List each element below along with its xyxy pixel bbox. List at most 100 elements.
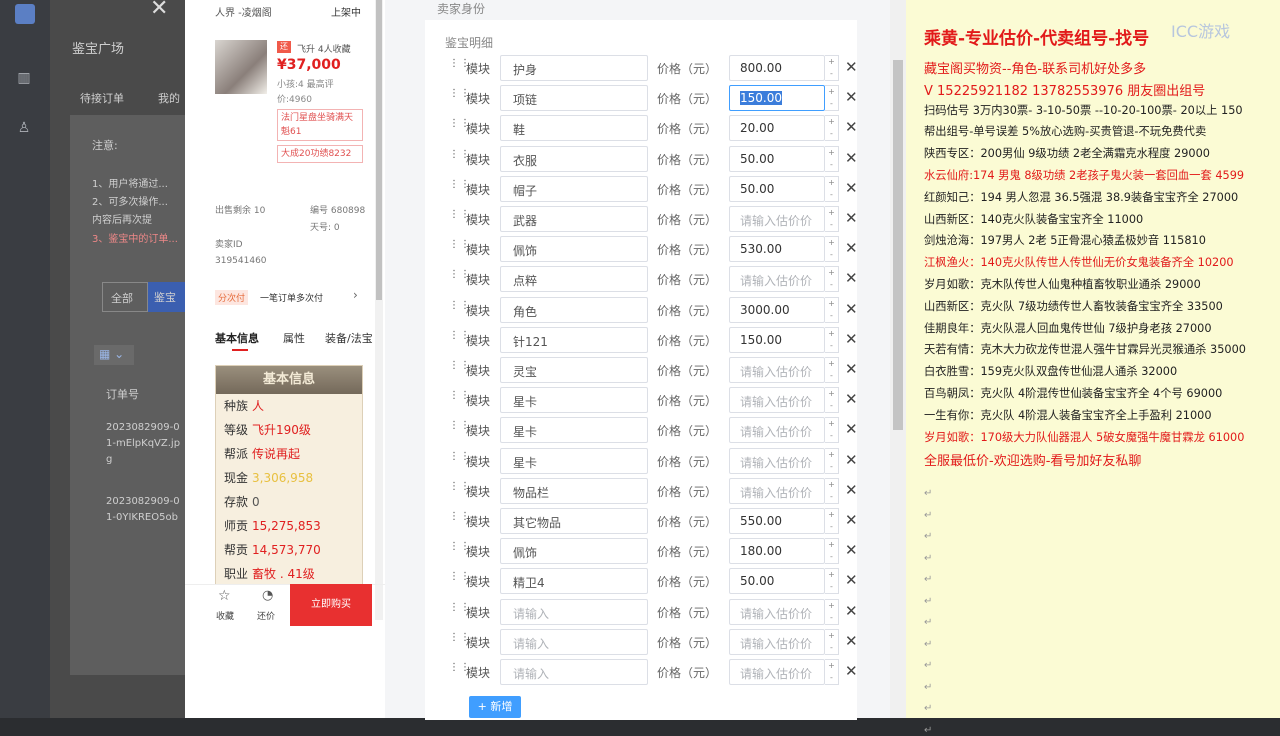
module-name-input[interactable]: 精卫4 <box>500 568 648 595</box>
drag-handle-icon[interactable]: ⋮⋮ <box>449 421 470 436</box>
price-stepper[interactable]: + - <box>825 387 839 414</box>
price-input[interactable]: 150.00 <box>729 326 825 353</box>
price-input[interactable]: 150.00 <box>729 85 825 112</box>
remove-row-icon[interactable]: ✕ <box>845 390 858 408</box>
remove-row-icon[interactable]: ✕ <box>845 58 858 76</box>
remove-row-icon[interactable]: ✕ <box>845 300 858 318</box>
module-name-input[interactable]: 点粹 <box>500 266 648 293</box>
price-input[interactable]: 3000.00 <box>729 296 825 323</box>
add-row-button[interactable]: + 新增 <box>469 696 521 718</box>
remove-row-icon[interactable]: ✕ <box>845 420 858 438</box>
module-name-input[interactable]: 物品栏 <box>500 477 648 504</box>
price-stepper[interactable]: + - <box>825 417 839 444</box>
drag-handle-icon[interactable]: ⋮⋮ <box>449 270 470 285</box>
remove-row-icon[interactable]: ✕ <box>845 662 858 680</box>
remove-row-icon[interactable]: ✕ <box>845 632 858 650</box>
price-stepper[interactable]: + - <box>825 236 839 263</box>
tab-equip[interactable]: 装备/法宝 <box>325 330 375 346</box>
price-input[interactable]: 请输入估价价 <box>729 659 825 685</box>
module-name-input[interactable]: 灵宝 <box>500 357 648 383</box>
module-name-input[interactable]: 佩饰 <box>500 236 648 263</box>
module-name-input[interactable]: 鞋 <box>500 115 648 142</box>
drag-handle-icon[interactable]: ⋮⋮ <box>449 179 470 195</box>
drag-handle-icon[interactable]: ⋮⋮ <box>449 149 470 165</box>
drag-handle-icon[interactable]: ⋮⋮ <box>449 89 470 104</box>
form-scroll-thumb[interactable] <box>893 60 903 430</box>
remove-row-icon[interactable]: ✕ <box>845 511 858 529</box>
price-stepper[interactable]: + - <box>825 659 839 685</box>
remove-row-icon[interactable]: ✕ <box>845 88 858 106</box>
remove-row-icon[interactable]: ✕ <box>845 179 858 197</box>
price-stepper[interactable]: + - <box>825 628 839 655</box>
module-name-input[interactable]: 角色 <box>500 296 648 323</box>
remove-row-icon[interactable]: ✕ <box>845 209 858 227</box>
user-icon[interactable]: ♙ <box>16 120 32 136</box>
drag-handle-icon[interactable]: ⋮⋮ <box>449 210 470 225</box>
star-icon[interactable]: ☆ <box>218 588 231 604</box>
price-input[interactable]: 请输入估价价 <box>729 628 825 655</box>
price-input[interactable]: 50.00 <box>729 568 825 595</box>
module-name-input[interactable]: 请输入 <box>500 598 648 625</box>
price-input[interactable]: 请输入估价价 <box>729 598 825 625</box>
drag-handle-icon[interactable]: ⋮⋮ <box>449 602 470 618</box>
remove-row-icon[interactable]: ✕ <box>845 571 858 589</box>
order-cell[interactable]: 2023082909-01-mElpKqVZ.jpg <box>106 420 184 468</box>
remove-row-icon[interactable]: ✕ <box>845 451 858 469</box>
remove-row-icon[interactable]: ✕ <box>845 360 858 378</box>
module-name-input[interactable]: 其它物品 <box>500 508 648 534</box>
price-stepper[interactable]: + - <box>825 447 839 474</box>
tab-attr[interactable]: 属性 <box>283 330 305 346</box>
drag-handle-icon[interactable]: ⋮⋮ <box>449 391 470 406</box>
price-input[interactable]: 请输入估价价 <box>729 206 825 232</box>
drag-handle-icon[interactable]: ⋮⋮ <box>449 451 470 467</box>
drag-handle-icon[interactable]: ⋮⋮ <box>449 481 470 497</box>
building-icon[interactable]: ▥ <box>16 70 32 86</box>
price-input[interactable]: 请输入估价价 <box>729 417 825 444</box>
price-stepper[interactable]: + - <box>825 266 839 293</box>
price-input[interactable]: 20.00 <box>729 115 825 142</box>
tab-basic[interactable]: 基本信息 <box>215 330 259 346</box>
filter-all[interactable]: 全部 <box>102 282 148 312</box>
price-input[interactable]: 请输入估价价 <box>729 477 825 504</box>
drag-handle-icon[interactable]: ⋮⋮ <box>449 119 470 134</box>
form-scrollbar[interactable] <box>890 0 906 718</box>
price-stepper[interactable]: + - <box>825 296 839 323</box>
drag-handle-icon[interactable]: ⋮⋮ <box>449 361 470 376</box>
drag-handle-icon[interactable]: ⋮⋮ <box>449 330 470 346</box>
drag-handle-icon[interactable]: ⋮⋮ <box>449 59 470 74</box>
module-name-input[interactable]: 护身 <box>500 55 648 81</box>
price-input[interactable]: 50.00 <box>729 145 825 172</box>
drag-handle-icon[interactable]: ⋮⋮ <box>449 300 470 316</box>
remove-row-icon[interactable]: ✕ <box>845 239 858 257</box>
chevron-right-icon[interactable]: › <box>353 288 358 302</box>
module-name-input[interactable]: 请输入 <box>500 659 648 685</box>
price-stepper[interactable]: + - <box>825 538 839 565</box>
app-logo-icon[interactable] <box>15 4 35 24</box>
grid-view-icon[interactable]: ▦ ⌄ <box>94 345 134 365</box>
price-stepper[interactable]: + - <box>825 477 839 504</box>
drag-handle-icon[interactable]: ⋮⋮ <box>449 240 470 255</box>
module-name-input[interactable]: 星卡 <box>500 417 648 444</box>
module-name-input[interactable]: 帽子 <box>500 175 648 202</box>
install-text[interactable]: 一笔订单多次付 <box>260 291 323 304</box>
price-input[interactable]: 550.00 <box>729 508 825 534</box>
module-name-input[interactable]: 项链 <box>500 85 648 112</box>
remove-row-icon[interactable]: ✕ <box>845 118 858 136</box>
price-stepper[interactable]: + - <box>825 145 839 172</box>
price-stepper[interactable]: + - <box>825 85 839 112</box>
price-stepper[interactable]: + - <box>825 508 839 534</box>
price-input[interactable]: 请输入估价价 <box>729 357 825 383</box>
price-input[interactable]: 50.00 <box>729 175 825 202</box>
price-stepper[interactable]: + - <box>825 357 839 383</box>
remove-row-icon[interactable]: ✕ <box>845 541 858 559</box>
tab-mine[interactable]: 我的 <box>158 90 180 106</box>
price-input[interactable]: 请输入估价价 <box>729 266 825 293</box>
module-name-input[interactable]: 星卡 <box>500 447 648 474</box>
close-icon[interactable]: ✕ <box>150 0 168 21</box>
module-name-input[interactable]: 请输入 <box>500 628 648 655</box>
drag-handle-icon[interactable]: ⋮⋮ <box>449 572 470 587</box>
price-stepper[interactable]: + - <box>825 326 839 353</box>
drag-handle-icon[interactable]: ⋮⋮ <box>449 663 470 678</box>
price-stepper[interactable]: + - <box>825 175 839 202</box>
remove-row-icon[interactable]: ✕ <box>845 149 858 167</box>
